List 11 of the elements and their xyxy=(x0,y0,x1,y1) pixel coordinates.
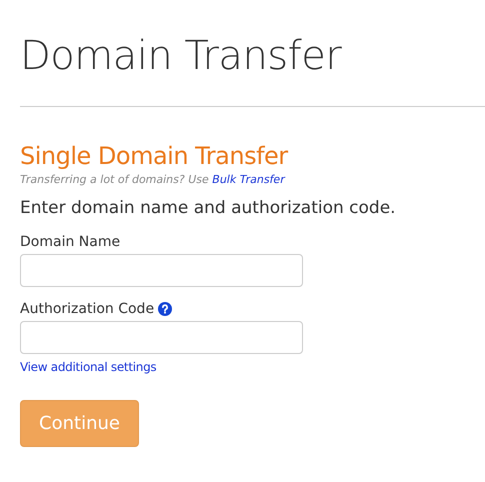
input-field[interactable] xyxy=(20,254,303,287)
bulk-transfer-link[interactable]: Bulk Transfer xyxy=(212,173,285,186)
additional-settings-link[interactable]: View additional settings xyxy=(20,360,156,374)
page-title: Domain Transfer xyxy=(20,32,343,81)
bulk-transfer-note: Transferring a lot of domains? Use Bulk Transfer xyxy=(20,173,286,186)
field-label: Domain Name xyxy=(20,233,120,252)
field-label: Authorization Code xyxy=(20,300,154,319)
instruction-text: Enter domain name and authorization code. xyxy=(20,198,397,218)
input-field[interactable] xyxy=(20,321,303,354)
help-icon[interactable] xyxy=(158,302,172,316)
section-title: Single Domain Transfer xyxy=(20,141,290,171)
